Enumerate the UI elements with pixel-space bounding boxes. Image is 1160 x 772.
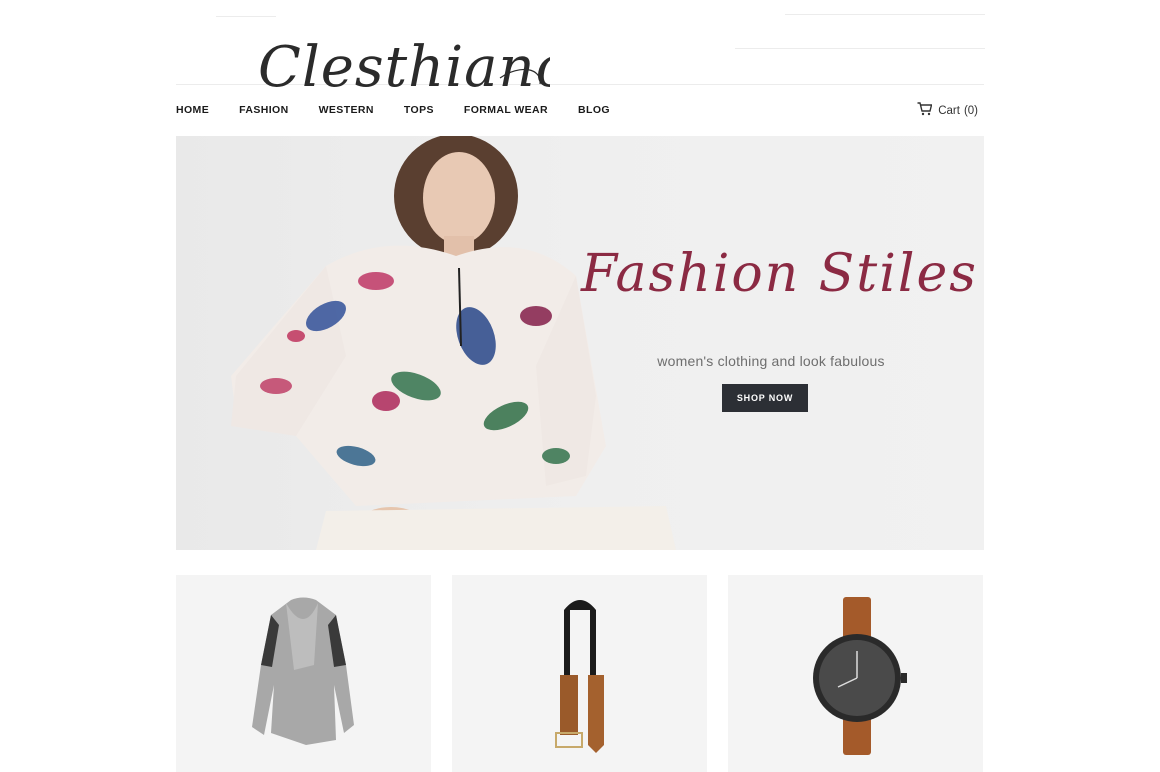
header-divider	[785, 14, 985, 15]
nav-item-formal-wear[interactable]: FORMAL WEAR	[464, 104, 548, 116]
cart-label: Cart	[938, 104, 960, 117]
hero-banner: Fashion Stiles women's clothing and look…	[176, 136, 984, 550]
hero-subtitle: women's clothing and look fabulous	[657, 353, 885, 369]
product-card-watch[interactable]	[728, 575, 983, 772]
cart-link[interactable]: Cart (0)	[917, 102, 978, 119]
brand-logo-text: Clesthiano	[258, 35, 550, 100]
cart-count: (0)	[963, 104, 978, 117]
cart-icon	[917, 102, 938, 119]
product-card-belt[interactable]	[452, 575, 707, 772]
nav-item-fashion[interactable]: FASHION	[239, 104, 288, 116]
product-card-cardigan[interactable]	[176, 575, 431, 772]
nav-item-western[interactable]: WESTERN	[319, 104, 374, 116]
nav-item-blog[interactable]: BLOG	[578, 104, 610, 116]
nav-item-home[interactable]: HOME	[176, 104, 209, 116]
nav-item-tops[interactable]: TOPS	[404, 104, 434, 116]
main-nav: HOME FASHION WESTERN TOPS FORMAL WEAR BL…	[176, 104, 640, 116]
cardigan-image	[252, 597, 354, 745]
shop-now-button[interactable]: SHOP NOW	[722, 384, 808, 412]
hero-title: Fashion Stiles	[581, 244, 978, 304]
brand-logo[interactable]: Clesthiano	[250, 6, 569, 116]
watch-image	[813, 597, 907, 755]
header-divider	[735, 48, 985, 49]
hero-model-image	[231, 136, 676, 550]
belt-image	[555, 600, 604, 753]
